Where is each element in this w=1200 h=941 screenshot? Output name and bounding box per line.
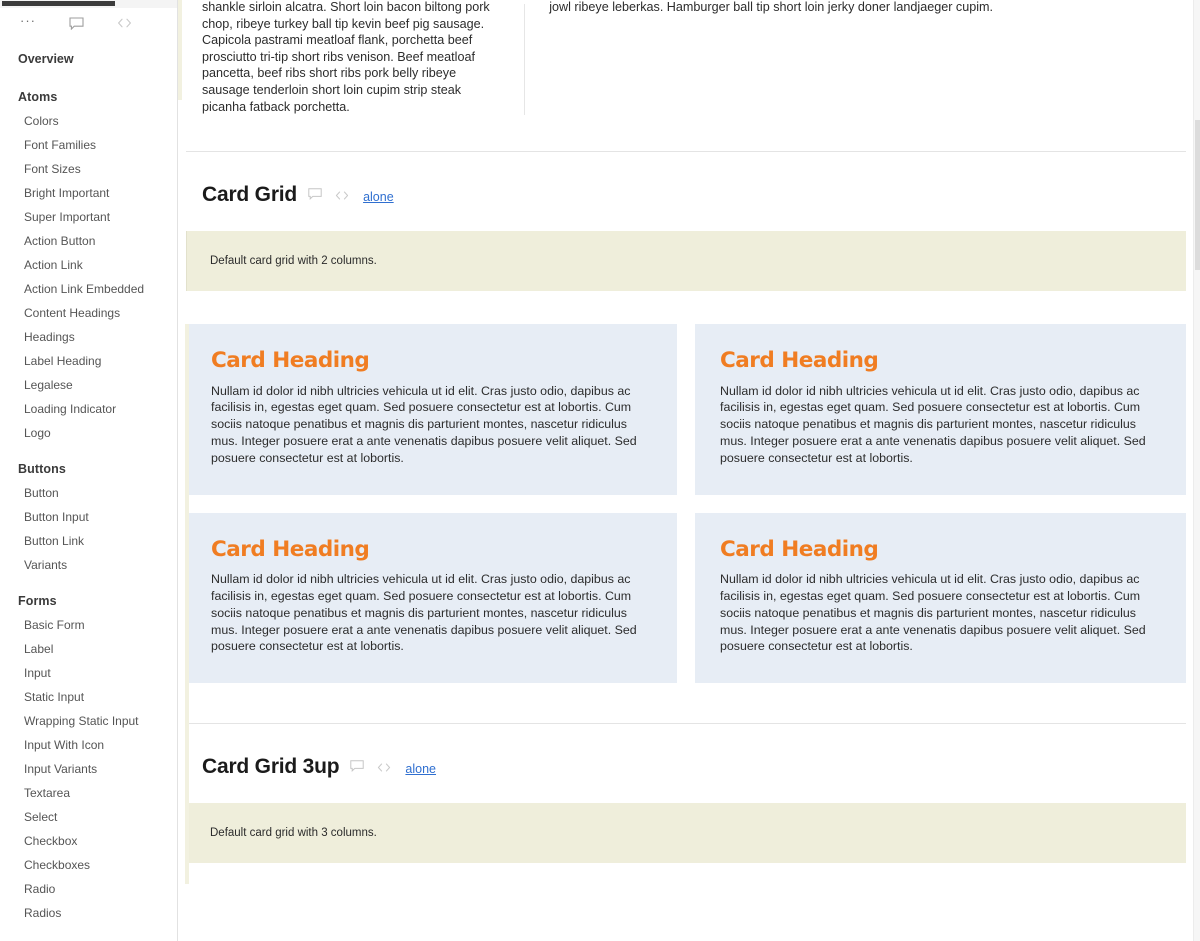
sidebar-item-content-headings[interactable]: Content Headings bbox=[0, 307, 177, 320]
section-card-grid-3up: Card Grid 3up alone Default card grid wi… bbox=[185, 724, 1186, 869]
section-note: Default card grid with 2 columns. bbox=[186, 231, 1186, 292]
sidebar-item-bright-important[interactable]: Bright Important bbox=[0, 187, 177, 200]
sidebar-item-colors[interactable]: Colors bbox=[0, 115, 177, 128]
sidebar-item-checkboxes[interactable]: Checkboxes bbox=[0, 859, 177, 872]
content-scroll-area: shankle sirloin alcatra. Short loin baco… bbox=[178, 0, 1200, 885]
section-note-text: Default card grid with 3 columns. bbox=[210, 827, 377, 840]
sidebar-item-action-link-embedded[interactable]: Action Link Embedded bbox=[0, 283, 177, 296]
card: Card Heading Nullam id dolor id nibh ult… bbox=[695, 324, 1186, 495]
card: Card Heading Nullam id dolor id nibh ult… bbox=[186, 324, 677, 495]
page-title: Card Grid 3up bbox=[202, 755, 340, 779]
sidebar-horizontal-scrollbar[interactable] bbox=[0, 0, 177, 8]
section-note-text: Default card grid with 2 columns. bbox=[210, 255, 377, 268]
sidebar-item-font-sizes[interactable]: Font Sizes bbox=[0, 163, 177, 176]
sidebar-item-input-variants[interactable]: Input Variants bbox=[0, 763, 177, 776]
sidebar-item-button[interactable]: Button bbox=[0, 487, 177, 500]
sidebar-item-input[interactable]: Input bbox=[0, 667, 177, 680]
sidebar-nav: Overview Atoms Colors Font Families Font… bbox=[0, 40, 177, 920]
sidebar-horizontal-scrollbar-thumb[interactable] bbox=[2, 1, 115, 6]
card-body: Nullam id dolor id nibh ultricies vehicu… bbox=[720, 572, 1146, 654]
card-body: Nullam id dolor id nibh ultricies vehicu… bbox=[211, 383, 637, 465]
sidebar-item-label-heading[interactable]: Label Heading bbox=[0, 355, 177, 368]
sidebar-group-title: Forms bbox=[18, 594, 57, 608]
speech-bubble-icon[interactable] bbox=[52, 10, 100, 36]
active-section-marker bbox=[178, 0, 182, 100]
lead-column-left: shankle sirloin alcatra. Short loin baco… bbox=[185, 0, 524, 115]
pattern-library-app: ··· Overview Atoms Colors Font Families … bbox=[0, 0, 1200, 941]
section-header: Card Grid alone bbox=[185, 184, 1186, 205]
sidebar-group-buttons: Buttons Button Button Input Button Link … bbox=[0, 462, 177, 572]
sidebar-item-logo[interactable]: Logo bbox=[0, 427, 177, 440]
sidebar-item-overview[interactable]: Overview bbox=[0, 52, 177, 66]
card-heading: Card Heading bbox=[211, 348, 370, 374]
card: Card Heading Nullam id dolor id nibh ult… bbox=[695, 512, 1186, 684]
sidebar-group-forms: Forms Basic Form Label Input Static Inpu… bbox=[0, 594, 177, 920]
active-section-marker bbox=[185, 748, 189, 869]
sidebar-item-legalese[interactable]: Legalese bbox=[0, 379, 177, 392]
sidebar-item-font-families[interactable]: Font Families bbox=[0, 139, 177, 152]
sidebar: ··· Overview Atoms Colors Font Families … bbox=[0, 0, 178, 941]
speech-bubble-icon[interactable] bbox=[308, 188, 322, 201]
sidebar-item-checkbox[interactable]: Checkbox bbox=[0, 835, 177, 848]
card-heading: Card Heading bbox=[720, 348, 879, 374]
card-heading: Card Heading bbox=[720, 536, 879, 562]
card-grid-2-columns: Card Heading Nullam id dolor id nibh ult… bbox=[185, 324, 1186, 684]
card-body: Nullam id dolor id nibh ultricies vehicu… bbox=[211, 572, 637, 654]
lead-text-left: shankle sirloin alcatra. Short loin baco… bbox=[202, 0, 490, 114]
sidebar-item-super-important[interactable]: Super Important bbox=[0, 211, 177, 224]
sidebar-item-select[interactable]: Select bbox=[0, 811, 177, 824]
card: Card Heading Nullam id dolor id nibh ult… bbox=[186, 512, 677, 684]
sidebar-group-atoms: Atoms Colors Font Families Font Sizes Br… bbox=[0, 90, 177, 440]
sidebar-item-variants[interactable]: Variants bbox=[0, 559, 177, 572]
sidebar-item-textarea[interactable]: Textarea bbox=[0, 787, 177, 800]
view-alone-link[interactable]: alone bbox=[405, 762, 436, 776]
sidebar-item-radio[interactable]: Radio bbox=[0, 883, 177, 896]
sidebar-item-button-link[interactable]: Button Link bbox=[0, 535, 177, 548]
more-options-icon[interactable]: ··· bbox=[4, 10, 52, 36]
lead-column-right: jowl ribeye leberkas. Hamburger ball tip… bbox=[524, 0, 1186, 116]
sidebar-item-loading-indicator[interactable]: Loading Indicator bbox=[0, 403, 177, 416]
section-note: Default card grid with 3 columns. bbox=[186, 803, 1186, 864]
sidebar-item-action-button[interactable]: Action Button bbox=[0, 235, 177, 248]
sidebar-group-title: Atoms bbox=[18, 90, 58, 104]
sidebar-item-basic-form[interactable]: Basic Form bbox=[0, 619, 177, 632]
sidebar-item-radios[interactable]: Radios bbox=[0, 907, 177, 920]
page-vertical-scrollbar-thumb[interactable] bbox=[1195, 120, 1200, 270]
sidebar-item-action-link[interactable]: Action Link bbox=[0, 259, 177, 272]
sidebar-item-wrapping-static-input[interactable]: Wrapping Static Input bbox=[0, 715, 177, 728]
sidebar-group-title: Buttons bbox=[18, 462, 66, 476]
card-body: Nullam id dolor id nibh ultricies vehicu… bbox=[720, 383, 1146, 465]
view-alone-link[interactable]: alone bbox=[363, 190, 394, 204]
sidebar-item-button-input[interactable]: Button Input bbox=[0, 511, 177, 524]
sidebar-toolbar: ··· bbox=[0, 6, 177, 40]
code-icon[interactable] bbox=[100, 10, 148, 36]
code-icon[interactable] bbox=[335, 191, 349, 200]
card-heading: Card Heading bbox=[211, 536, 370, 562]
lead-columns: shankle sirloin alcatra. Short loin baco… bbox=[185, 0, 1186, 116]
main-content: shankle sirloin alcatra. Short loin baco… bbox=[178, 0, 1200, 941]
page-vertical-scrollbar[interactable] bbox=[1193, 0, 1200, 941]
sidebar-item-label[interactable]: Label bbox=[0, 643, 177, 656]
sidebar-item-static-input[interactable]: Static Input bbox=[0, 691, 177, 704]
sidebar-item-headings[interactable]: Headings bbox=[0, 331, 177, 344]
speech-bubble-icon[interactable] bbox=[350, 760, 365, 773]
section-header: Card Grid 3up alone bbox=[185, 756, 1186, 777]
code-icon[interactable] bbox=[377, 763, 391, 772]
sidebar-item-input-with-icon[interactable]: Input With Icon bbox=[0, 739, 177, 752]
lead-text-right: jowl ribeye leberkas. Hamburger ball tip… bbox=[549, 0, 994, 14]
page-title: Card Grid bbox=[202, 183, 298, 207]
section-card-grid: Card Grid alone Default card grid with 2… bbox=[185, 152, 1186, 885]
